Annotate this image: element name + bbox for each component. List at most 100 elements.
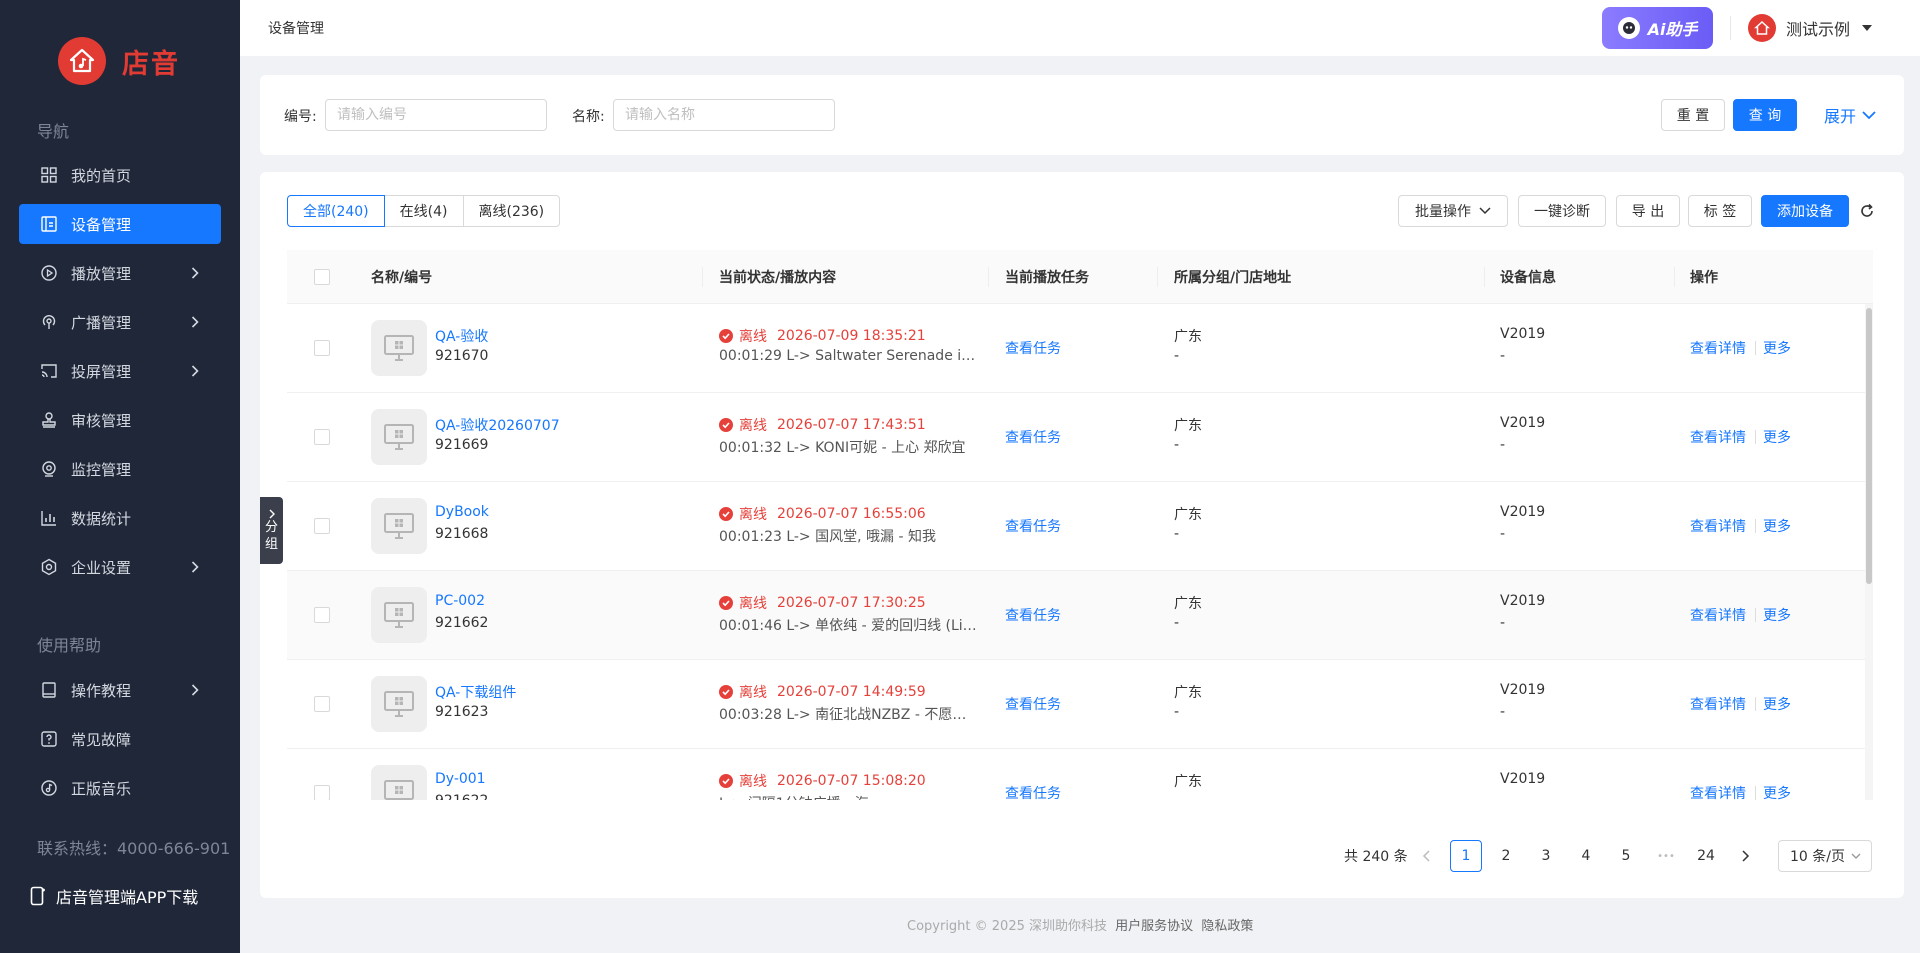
more-link[interactable]: 更多 <box>1763 694 1791 714</box>
device-name-link[interactable]: DyBook <box>435 504 489 520</box>
more-link[interactable]: 更多 <box>1763 427 1791 447</box>
device-info: - <box>1500 615 1506 631</box>
page-button-1[interactable]: 1 <box>1450 840 1482 872</box>
action-divider <box>1755 430 1756 444</box>
view-task-link[interactable]: 查看任务 <box>1005 783 1061 800</box>
code-input[interactable] <box>325 99 547 131</box>
tab-status-2[interactable]: 在线(4) <box>383 195 464 227</box>
caret-down-icon <box>1862 25 1873 31</box>
device-thumbnail <box>371 409 427 465</box>
page-button-24[interactable]: 24 <box>1690 840 1722 872</box>
sidebar-item-4[interactable]: 广播管理 <box>19 302 221 342</box>
view-detail-link[interactable]: 查看详情 <box>1690 427 1746 447</box>
page-button-4[interactable]: 4 <box>1570 840 1602 872</box>
reset-button[interactable]: 重 置 <box>1661 99 1725 131</box>
tab-status-3[interactable]: 离线(236) <box>462 195 561 227</box>
view-task-link[interactable]: 查看任务 <box>1005 516 1061 536</box>
status-tabs: 全部(240) 在线(4) 离线(236) <box>287 195 561 227</box>
next-page-button[interactable] <box>1730 840 1762 872</box>
prev-page-button[interactable] <box>1410 840 1442 872</box>
brand-logo[interactable]: 店音 <box>58 37 180 85</box>
page-button-5[interactable]: 5 <box>1610 840 1642 872</box>
sidebar-item-3[interactable]: 播放管理 <box>19 253 221 293</box>
sidebar-item-1[interactable]: 我的首页 <box>19 155 221 195</box>
terms-link[interactable]: 用户服务协议 <box>1115 919 1193 934</box>
sidebar-item-6[interactable]: 审核管理 <box>19 400 221 440</box>
refresh-icon[interactable] <box>1859 203 1875 219</box>
row-checkbox[interactable] <box>314 429 330 445</box>
sidebar-item-label: 广播管理 <box>71 313 132 332</box>
sidebar-item-label: 我的首页 <box>71 166 132 185</box>
expand-toggle[interactable]: 展开 <box>1824 103 1876 127</box>
device-group: 广东 <box>1174 418 1202 434</box>
page-button-3[interactable]: 3 <box>1530 840 1562 872</box>
device-name-link[interactable]: PC-002 <box>435 593 485 609</box>
name-input[interactable] <box>613 99 835 131</box>
view-task-link[interactable]: 查看任务 <box>1005 694 1061 714</box>
view-detail-link[interactable]: 查看详情 <box>1690 338 1746 358</box>
row-checkbox[interactable] <box>314 518 330 534</box>
view-detail-link[interactable]: 查看详情 <box>1690 605 1746 625</box>
group-panel-toggle[interactable]: 分 组 <box>260 497 283 564</box>
row-checkbox[interactable] <box>314 340 330 356</box>
export-button[interactable]: 导 出 <box>1616 195 1680 227</box>
device-name-link[interactable]: QA-下载组件 <box>435 682 516 702</box>
page-ellipsis[interactable]: ••• <box>1650 840 1682 872</box>
page-button-2[interactable]: 2 <box>1490 840 1522 872</box>
row-checkbox[interactable] <box>314 607 330 623</box>
row-checkbox[interactable] <box>314 785 330 800</box>
view-detail-link[interactable]: 查看详情 <box>1690 694 1746 714</box>
sidebar-item-2[interactable]: 设备管理 <box>19 204 221 244</box>
query-button[interactable]: 查 询 <box>1733 99 1797 131</box>
group-toggle-label-1: 分 <box>264 519 278 535</box>
sidebar-item-3[interactable]: 正版音乐 <box>19 768 221 808</box>
chevron-left-icon <box>1422 850 1430 862</box>
store-address: - <box>1174 793 1179 800</box>
device-status: 离线 2026-07-07 16:55:06 <box>719 504 926 524</box>
sidebar-item-8[interactable]: 数据统计 <box>19 498 221 538</box>
add-device-button[interactable]: 添加设备 <box>1761 195 1849 227</box>
more-link[interactable]: 更多 <box>1763 783 1791 800</box>
sidebar-item-label: 操作教程 <box>71 681 132 700</box>
sidebar-item-7[interactable]: 监控管理 <box>19 449 221 489</box>
device-code: 921669 <box>435 437 489 453</box>
tag-button[interactable]: 标 签 <box>1688 195 1752 227</box>
store-address: - <box>1174 704 1180 720</box>
row-checkbox[interactable] <box>314 696 330 712</box>
view-detail-link[interactable]: 查看详情 <box>1690 516 1746 536</box>
more-link[interactable]: 更多 <box>1763 605 1791 625</box>
column-divider <box>1674 267 1675 287</box>
device-name-link[interactable]: Dy-001 <box>435 771 486 787</box>
cast-icon <box>39 361 59 381</box>
device-name-link[interactable]: QA-验收20260707 <box>435 415 560 435</box>
view-task-link[interactable]: 查看任务 <box>1005 605 1061 625</box>
diagnose-button[interactable]: 一键诊断 <box>1518 195 1606 227</box>
more-link[interactable]: 更多 <box>1763 516 1791 536</box>
status-text: 离线 <box>739 774 767 790</box>
sidebar-item-5[interactable]: 投屏管理 <box>19 351 221 391</box>
view-detail-link[interactable]: 查看详情 <box>1690 783 1746 800</box>
more-link[interactable]: 更多 <box>1763 338 1791 358</box>
sidebar-item-1[interactable]: 操作教程 <box>19 670 221 710</box>
batch-operation-button[interactable]: 批量操作 <box>1398 195 1508 227</box>
select-all-checkbox[interactable] <box>314 269 330 285</box>
page-size-select[interactable]: 10 条/页 <box>1778 840 1872 872</box>
monitor-icon <box>383 512 415 540</box>
view-task-link[interactable]: 查看任务 <box>1005 338 1061 358</box>
scrollbar-thumb[interactable] <box>1866 308 1872 584</box>
device-name-link[interactable]: QA-验收 <box>435 326 488 346</box>
privacy-link[interactable]: 隐私政策 <box>1201 919 1253 934</box>
user-menu[interactable]: 测试示例 <box>1748 14 1873 42</box>
app-download-label: 店音管理端APP下载 <box>56 888 199 907</box>
view-task-link[interactable]: 查看任务 <box>1005 427 1061 447</box>
offline-icon <box>719 418 733 432</box>
ai-assistant-button[interactable]: Ai助手 <box>1602 7 1713 49</box>
store-address: - <box>1174 348 1180 364</box>
sidebar-item-9[interactable]: 企业设置 <box>19 547 221 587</box>
app-download-link[interactable]: 店音管理端APP下载 <box>30 884 198 908</box>
tab-status-1[interactable]: 全部(240) <box>287 195 385 227</box>
sidebar-item-2[interactable]: 常见故障 <box>19 719 221 759</box>
device-code: 921668 <box>435 526 489 542</box>
broadcast-icon <box>39 312 59 332</box>
sidebar: 店音 导航 我的首页 设备管理 播放管理 广播管理 投屏管理 审核管理 监控管理 数据统计 企业… <box>0 0 240 953</box>
